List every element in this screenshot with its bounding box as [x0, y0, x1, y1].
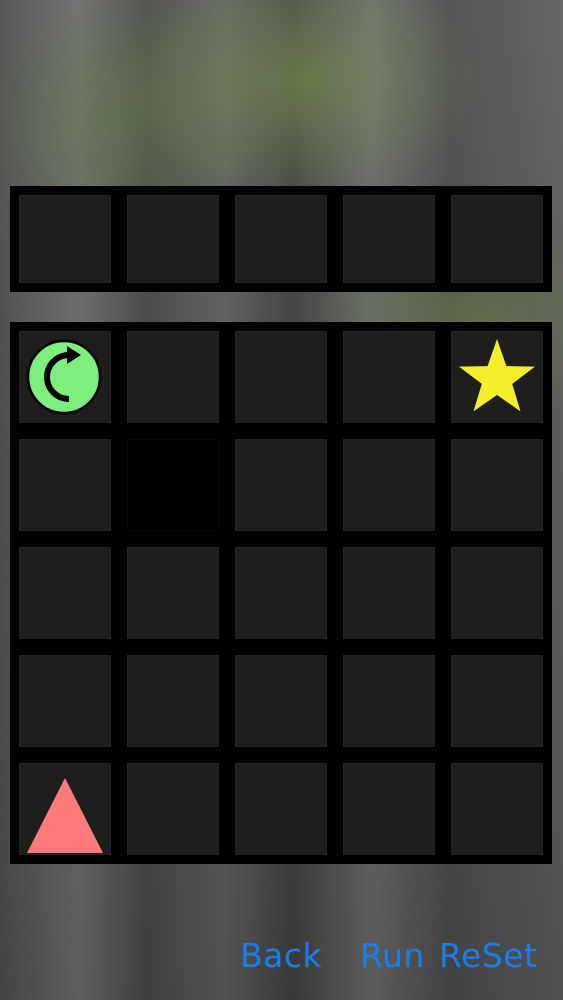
run-button[interactable]: Run [360, 936, 425, 975]
board-cell[interactable] [235, 547, 327, 639]
board-cell[interactable] [127, 655, 219, 747]
board-cell[interactable] [451, 547, 543, 639]
command-slot[interactable] [19, 195, 111, 283]
board-cell[interactable] [343, 331, 435, 423]
command-slot[interactable] [127, 195, 219, 283]
board-cell[interactable] [235, 655, 327, 747]
player-triangle[interactable] [19, 763, 111, 855]
board-cell[interactable] [127, 331, 219, 423]
rotate-piece[interactable] [19, 331, 111, 423]
command-bar [10, 186, 552, 292]
board-cell[interactable] [451, 763, 543, 855]
clockwise-rotate-icon [26, 339, 102, 415]
board-cell[interactable] [451, 439, 543, 531]
board-cell[interactable] [235, 763, 327, 855]
board-cell[interactable] [19, 547, 111, 639]
board-cell[interactable] [343, 655, 435, 747]
board-cell[interactable] [451, 655, 543, 747]
star-icon [459, 339, 535, 412]
board-cell[interactable] [451, 331, 543, 423]
command-slot[interactable] [451, 195, 543, 283]
board-cell[interactable] [127, 547, 219, 639]
goal-star [451, 331, 543, 423]
board-cell[interactable] [343, 547, 435, 639]
game-board [10, 322, 552, 864]
board-wall-cell [127, 439, 219, 531]
triangle-icon [27, 778, 103, 853]
back-button[interactable]: Back [240, 936, 322, 975]
control-bar: Back Run ReSet [0, 936, 563, 980]
board-cell[interactable] [19, 655, 111, 747]
board-cell[interactable] [235, 439, 327, 531]
board-cell[interactable] [19, 763, 111, 855]
board-cell[interactable] [19, 439, 111, 531]
board-cell[interactable] [19, 331, 111, 423]
board-cell[interactable] [235, 331, 327, 423]
command-slot[interactable] [343, 195, 435, 283]
reset-button[interactable]: ReSet [439, 936, 537, 975]
command-slot[interactable] [235, 195, 327, 283]
board-cell[interactable] [343, 439, 435, 531]
board-cell[interactable] [127, 763, 219, 855]
board-cell[interactable] [343, 763, 435, 855]
